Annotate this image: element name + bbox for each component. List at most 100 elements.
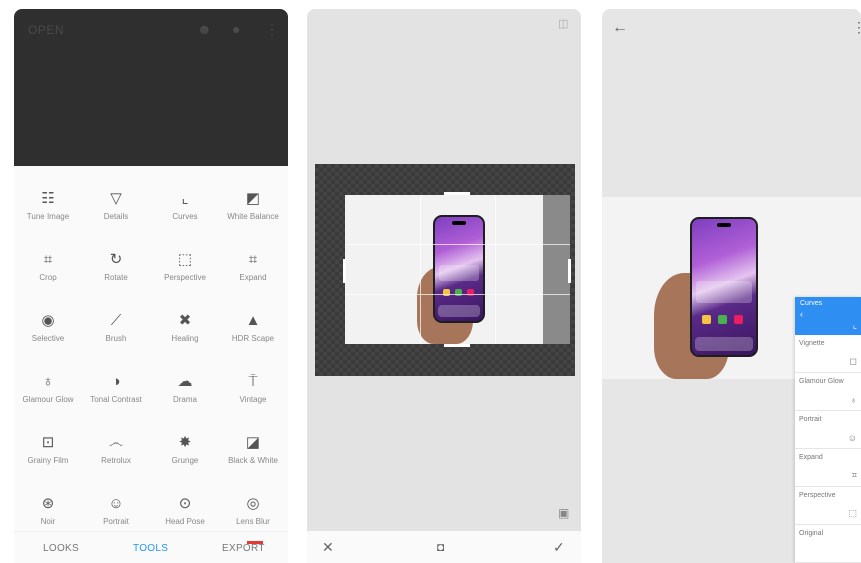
history-item[interactable]: Expand ⌗ xyxy=(795,449,861,487)
snapseed-tools-screen: OPEN ☻ ● ⋮ ☷ Tune Image ▽ Details ⌞ Curves ◩ Wh… xyxy=(14,9,288,563)
crop-handle-top[interactable] xyxy=(444,192,470,195)
chevron-back-icon[interactable]: ‹ xyxy=(800,309,856,319)
crop-shade-right xyxy=(543,195,570,344)
history-list: Vignette ◻ Glamour Glow ♁ Portrait ☺ Expand ⌗ Pe… xyxy=(795,335,861,563)
check-icon[interactable]: ✓ xyxy=(553,539,565,556)
tab-tools[interactable]: TOOLS xyxy=(133,543,168,554)
tool-label: Curves xyxy=(172,212,198,221)
drama-cloud-icon: ☁ xyxy=(177,373,193,390)
tool-crop[interactable]: ⌗ Crop xyxy=(14,250,82,283)
crop-editor-screen: ◫ ▣ ✕ ◘ ✓ xyxy=(307,9,581,563)
tool-drama-cloud[interactable]: ☁ Drama xyxy=(151,372,219,405)
tool-label: Glamour Glow xyxy=(22,395,74,404)
perspective-icon: ⬚ xyxy=(177,251,193,268)
tool-label: Selective xyxy=(31,334,65,343)
crop-bottom-bar: ✕ ◘ ✓ xyxy=(307,531,581,563)
history-active-label: Curves xyxy=(800,300,823,307)
open-button[interactable]: OPEN xyxy=(28,23,64,37)
tool-head-pose[interactable]: ⊙ Head Pose xyxy=(151,494,219,527)
hdr-scape-icon: ▲ xyxy=(245,312,261,329)
tool-label: Rotate xyxy=(104,273,128,282)
history-item-label: Vignette xyxy=(799,340,825,347)
tab-export[interactable]: EXPORT xyxy=(222,543,265,554)
tool-selective[interactable]: ◉ Selective xyxy=(14,311,82,344)
expand-icon: ⌗ xyxy=(851,470,857,480)
crop-icon: ⌗ xyxy=(43,251,53,268)
history-item[interactable]: Portrait ☺ xyxy=(795,411,861,449)
tool-label: Healing xyxy=(171,334,199,343)
tool-tonal-contrast[interactable]: ◑ Tonal Contrast xyxy=(82,372,150,405)
retrolux-mustache-icon: ෴ xyxy=(108,434,124,451)
crop-handle-bottom[interactable] xyxy=(444,344,470,347)
history-item-label: Portrait xyxy=(799,416,822,423)
tool-expand[interactable]: ⌗ Expand xyxy=(219,250,287,283)
tool-grainy-film[interactable]: ⊡ Grainy Film xyxy=(14,433,82,466)
tool-details-triangle[interactable]: ▽ Details xyxy=(82,189,150,222)
info-icon[interactable]: ● xyxy=(232,21,240,37)
tool-hdr-scape[interactable]: ▲ HDR Scape xyxy=(219,311,287,344)
compare-icon[interactable]: ◫ xyxy=(558,17,568,30)
image-preview-area: OPEN ☻ ● ⋮ xyxy=(14,9,288,166)
portrait-icon: ☺ xyxy=(108,495,124,512)
tool-retrolux-mustache[interactable]: ෴ Retrolux xyxy=(82,433,150,466)
face-icon[interactable]: ☻ xyxy=(197,21,212,37)
history-item-active[interactable]: Curves ‹ ⌞ xyxy=(795,297,861,335)
tab-looks[interactable]: LOOKS xyxy=(43,543,79,554)
phone-image xyxy=(690,217,758,357)
history-item[interactable]: Perspective ⬚ xyxy=(795,487,861,525)
tool-white-balance[interactable]: ◩ White Balance xyxy=(219,189,287,222)
tool-black-white[interactable]: ◪ Black & White xyxy=(219,433,287,466)
crop-grid-line xyxy=(495,195,496,344)
details-triangle-icon: ▽ xyxy=(110,190,122,207)
tune-icon: ☷ xyxy=(41,190,55,207)
rotate-icon: ↻ xyxy=(109,251,123,268)
tool-tune[interactable]: ☷ Tune Image xyxy=(14,189,82,222)
tool-portrait[interactable]: ☺ Portrait xyxy=(82,494,150,527)
crop-handle-right[interactable] xyxy=(568,259,571,283)
history-item-label: Glamour Glow xyxy=(799,378,844,385)
crop-handle-left[interactable] xyxy=(343,259,346,283)
tonal-contrast-icon: ◑ xyxy=(111,373,121,390)
tool-label: Head Pose xyxy=(165,517,205,526)
tool-vintage[interactable]: ⍑ Vintage xyxy=(219,372,287,405)
grunge-icon: ✸ xyxy=(178,434,192,451)
tool-grunge[interactable]: ✸ Grunge xyxy=(151,433,219,466)
tool-label: Expand xyxy=(239,273,267,282)
photo-preview xyxy=(345,195,570,344)
curves-icon[interactable]: ⌞ xyxy=(853,320,857,331)
bottom-nav: LOOKS TOOLS EXPORT xyxy=(14,531,288,563)
tool-label: Black & White xyxy=(228,456,278,465)
tool-label: Lens Blur xyxy=(236,517,270,526)
tool-noir[interactable]: ⊛ Noir xyxy=(14,494,82,527)
tool-rotate[interactable]: ↻ Rotate xyxy=(82,250,150,283)
tool-glamour-glow[interactable]: ♁ Glamour Glow xyxy=(14,372,82,405)
edit-history-panel: Curves ‹ ⌞ Vignette ◻ Glamour Glow ♁ Portrai… xyxy=(795,297,861,563)
history-item-label: Expand xyxy=(799,454,823,461)
more-vert-icon[interactable]: ⋮ xyxy=(265,21,279,38)
close-icon[interactable]: ✕ xyxy=(322,539,334,556)
bookmark-icon[interactable]: ▣ xyxy=(558,506,569,520)
vignette-icon: ◻ xyxy=(849,356,857,366)
export-notification-bar xyxy=(247,541,263,544)
history-item[interactable]: Glamour Glow ♁ xyxy=(795,373,861,411)
tool-lens-blur[interactable]: ◎ Lens Blur xyxy=(219,494,287,527)
tool-curves[interactable]: ⌞ Curves xyxy=(151,189,219,222)
grainy-film-icon: ⊡ xyxy=(41,434,55,451)
tool-healing[interactable]: ✖ Healing xyxy=(151,311,219,344)
crop-grid-line xyxy=(420,195,421,344)
stack-icon[interactable]: ◘ xyxy=(437,540,444,554)
arrow-back-icon[interactable]: ← xyxy=(612,19,628,37)
tool-brush[interactable]: ⟋ Brush xyxy=(82,311,150,344)
selective-icon: ◉ xyxy=(41,312,55,329)
tool-label: Brush xyxy=(105,334,127,343)
healing-icon: ✖ xyxy=(178,312,192,329)
tool-label: Noir xyxy=(40,517,56,526)
history-item[interactable]: Vignette ◻ xyxy=(795,335,861,373)
history-item[interactable]: Original xyxy=(795,525,861,563)
brush-icon: ⟋ xyxy=(110,312,122,329)
crop-grid-line xyxy=(345,294,570,295)
tool-label: Grunge xyxy=(171,456,199,465)
tool-perspective[interactable]: ⬚ Perspective xyxy=(151,250,219,283)
more-vert-icon[interactable]: ⋮ xyxy=(852,19,861,36)
glamour-glow-icon: ♁ xyxy=(42,373,54,390)
